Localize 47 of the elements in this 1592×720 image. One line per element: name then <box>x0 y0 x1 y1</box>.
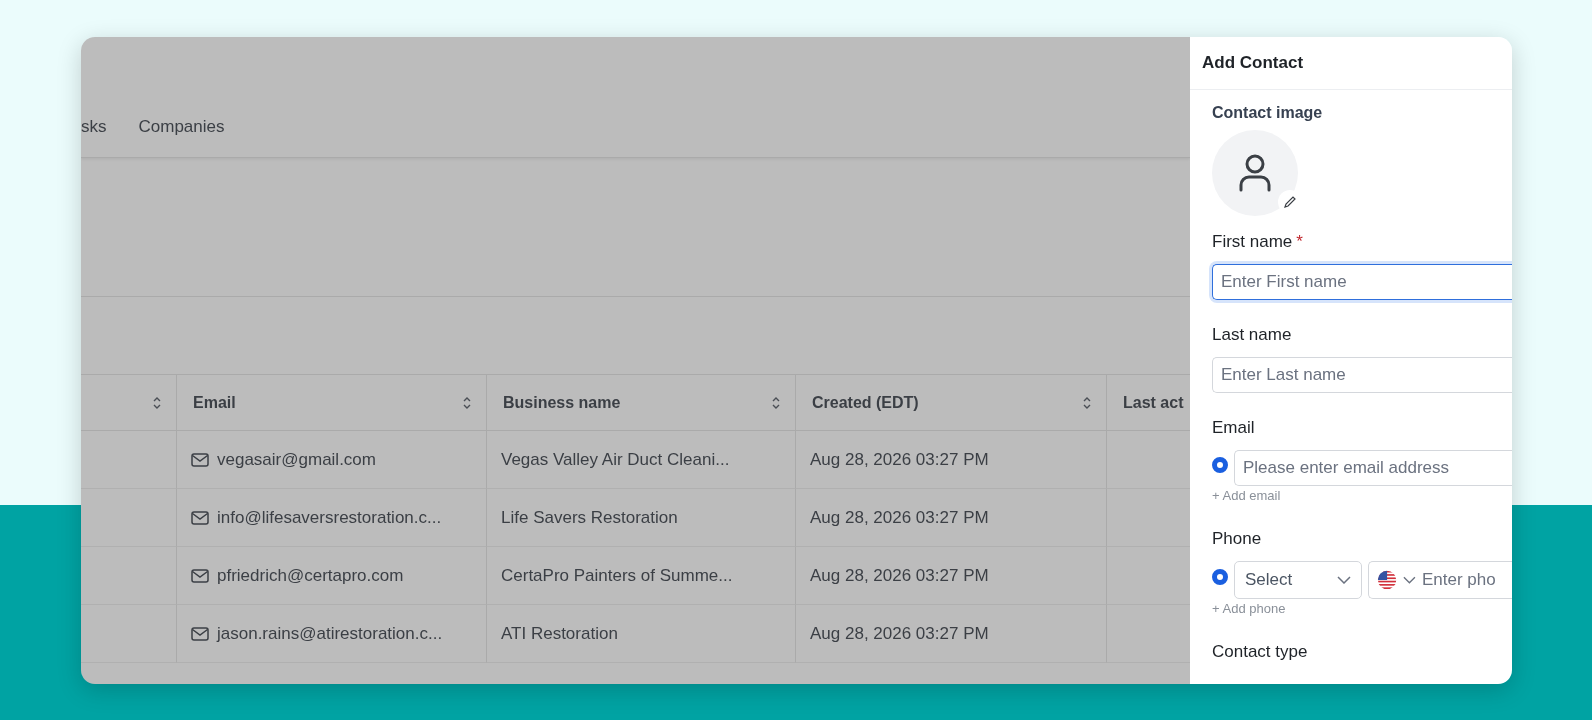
field-label: First name * <box>1212 232 1304 252</box>
mail-icon <box>191 452 209 467</box>
business-name-cell: Life Savers Restoration <box>501 507 678 528</box>
person-icon <box>1238 154 1272 192</box>
primary-radio[interactable] <box>1212 457 1228 473</box>
phone-input-field[interactable]: Enter pho <box>1422 570 1512 590</box>
primary-radio[interactable] <box>1212 569 1228 585</box>
email-cell: pfriedrich@certapro.com <box>217 565 404 586</box>
email-input-field[interactable]: Please enter email address <box>1234 450 1512 486</box>
sort-icon[interactable] <box>462 395 472 410</box>
email-cell: jason.rains@atirestoration.c... <box>217 623 443 644</box>
sort-icon[interactable] <box>771 395 781 410</box>
business-name-cell: Vegas Valley Air Duct Cleani... <box>501 449 730 470</box>
chevron-down-icon <box>1403 576 1416 584</box>
email-cell: vegasair@gmail.com <box>217 449 376 470</box>
phone-input-box[interactable]: Enter pho <box>1368 561 1512 599</box>
flag-icon <box>1377 569 1398 591</box>
column-header: Email <box>193 393 236 412</box>
section-label: Contact type <box>1212 642 1309 662</box>
email-cell: info@lifesaversrestoration.c... <box>217 507 442 528</box>
text-input-field[interactable]: Enter First name <box>1212 264 1512 300</box>
sort-icon[interactable] <box>1082 395 1092 410</box>
add-email-link[interactable]: + Add email <box>1212 488 1281 503</box>
nav-tab[interactable]: sks <box>81 117 107 143</box>
mail-icon <box>191 510 209 525</box>
business-name-cell: ATI Restoration <box>501 623 618 644</box>
column-header: Created (EDT) <box>812 393 919 412</box>
chevron-down-icon <box>1337 576 1351 584</box>
field-label: Phone <box>1212 529 1263 549</box>
field-label: Last name <box>1212 325 1293 345</box>
required-mark: * <box>1296 232 1303 251</box>
created-date-cell: Aug 28, 2026 03:27 PM <box>810 565 989 586</box>
column-header: Business name <box>503 393 621 412</box>
nav-tab[interactable]: Companies <box>138 117 225 143</box>
add-phone-link[interactable]: + Add phone <box>1212 601 1286 616</box>
mail-icon <box>191 568 209 583</box>
sort-icon[interactable] <box>152 395 162 410</box>
created-date-cell: Aug 28, 2026 03:27 PM <box>810 507 989 528</box>
business-name-cell: CertaPro Painters of Summe... <box>501 565 733 586</box>
drawer-title: Add Contact <box>1202 53 1304 73</box>
column-header: Last act <box>1123 393 1184 412</box>
created-date-cell: Aug 28, 2026 03:27 PM <box>810 449 989 470</box>
created-date-cell: Aug 28, 2026 03:27 PM <box>810 623 989 644</box>
mail-icon <box>191 626 209 641</box>
field-label: Email <box>1212 418 1256 438</box>
phone-type-select[interactable]: Select <box>1234 561 1362 599</box>
contact-image-label: Contact image <box>1212 104 1324 122</box>
